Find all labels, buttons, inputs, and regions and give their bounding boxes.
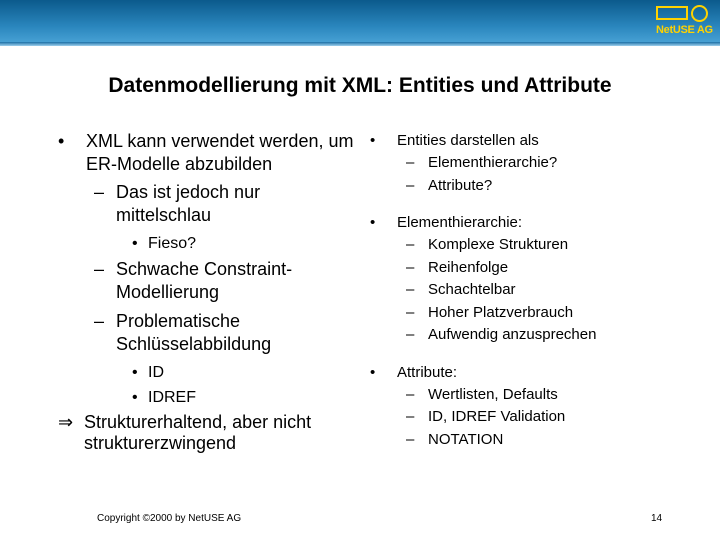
list-subitem: – Schachtelbar — [370, 279, 690, 302]
dot-icon: • — [132, 364, 138, 381]
list-item: • Elementhierarchie: — [370, 212, 690, 234]
dot-icon: • — [132, 235, 138, 252]
dot-icon: • — [132, 389, 138, 406]
list-item-text: ID, IDREF Validation — [428, 408, 566, 425]
list-item: • XML kann verwendet werden, um ER-Model… — [58, 130, 358, 176]
list-item-text: Strukturerhaltend, aber nicht strukturer… — [84, 412, 312, 453]
list-item-text: Hoher Platzverbrauch — [428, 303, 574, 321]
right-bullet-list: • Entities darstellen als – Elementhiera… — [370, 129, 690, 451]
list-subitem: – Attribute? — [370, 175, 690, 198]
dash-icon: – — [406, 326, 415, 343]
list-item-text: Das ist jedoch nur mittelschlau — [116, 182, 261, 225]
list-subitem: – Reihenfolge — [370, 257, 690, 280]
list-subitem: – Schwache Constraint-Modellierung — [58, 258, 358, 304]
list-item-text: Attribute? — [428, 176, 493, 194]
list-subitem: – Problematische Schlüsselabbildung — [58, 310, 358, 356]
dash-icon: – — [406, 154, 415, 171]
list-subitem: – Komplexe Strukturen — [370, 234, 690, 257]
list-item-text: Schachtelbar — [428, 281, 516, 298]
conclusion-item: ⇒ Strukturerhaltend, aber nicht struktur… — [58, 412, 358, 454]
dash-icon: – — [406, 281, 415, 298]
dash-icon: – — [406, 236, 415, 253]
list-subsubitem: • Fieso? — [58, 233, 358, 254]
list-subitem: – ID, IDREF Validation — [370, 406, 690, 429]
list-item-text: Fieso? — [148, 235, 197, 252]
list-item: • Entities darstellen als — [370, 130, 690, 152]
list-subitem: – NOTATION — [370, 429, 690, 452]
list-item-text: Wertlisten, Defaults — [428, 385, 558, 403]
bullet-icon: • — [370, 132, 376, 149]
list-item-text: Elementhierarchie: — [397, 214, 523, 231]
dash-icon: – — [94, 259, 105, 279]
list-item-text: Problematische Schlüsselabbildung — [116, 311, 272, 354]
dash-icon: – — [406, 430, 415, 448]
dash-icon: – — [94, 311, 105, 331]
header-bar — [0, 0, 720, 44]
bullet-icon: • — [58, 131, 65, 151]
list-subitem: – Aufwendig anzusprechen — [370, 324, 690, 347]
logo-mark — [656, 4, 714, 22]
list-item-text: Komplexe Strukturen — [428, 236, 569, 253]
dash-icon: – — [406, 303, 415, 321]
bullet-icon: • — [370, 214, 376, 231]
list-subitem: – Elementhierarchie? — [370, 152, 690, 175]
copyright-text: Copyright ©2000 by NetUSE AG — [97, 513, 242, 524]
list-item-text: Schwache Constraint-Modellierung — [116, 259, 293, 302]
header-divider — [0, 42, 720, 46]
list-item-text: ID — [148, 364, 164, 381]
logo-circle-icon — [691, 4, 708, 22]
implies-arrow-icon: ⇒ — [58, 412, 74, 432]
list-item: • Attribute: — [370, 362, 690, 384]
logo-rectangle-icon — [656, 6, 688, 20]
bullet-icon: • — [370, 363, 376, 381]
list-subsubitem: • ID — [58, 362, 358, 383]
list-item-text: Aufwendig anzusprechen — [428, 326, 597, 343]
dash-icon: – — [406, 258, 415, 276]
list-item-text: Attribute: — [397, 363, 458, 381]
dash-icon: – — [406, 176, 415, 194]
list-subitem: – Wertlisten, Defaults — [370, 384, 690, 407]
company-logo: NetUSE AG — [656, 4, 714, 40]
dash-icon: – — [94, 182, 105, 202]
list-item-text: XML kann verwendet werden, um ER-Modelle… — [86, 131, 354, 174]
logo-text: NetUSE AG — [656, 24, 713, 36]
list-item-text: Elementhierarchie? — [428, 154, 558, 171]
dash-icon: – — [406, 385, 415, 403]
left-bullet-list: • XML kann verwendet werden, um ER-Model… — [58, 130, 358, 454]
list-item-text: NOTATION — [428, 430, 504, 448]
list-item-text: Reihenfolge — [428, 258, 509, 276]
list-subitem: – Das ist jedoch nur mittelschlau — [58, 181, 358, 227]
list-item-text: IDREF — [148, 389, 196, 406]
list-item-text: Entities darstellen als — [397, 132, 539, 149]
list-subitem: – Hoher Platzverbrauch — [370, 302, 690, 325]
dash-icon: – — [406, 408, 415, 425]
page-number: 14 — [651, 513, 663, 524]
slide-title: Datenmodellierung mit XML: Entities und … — [108, 74, 612, 97]
list-subsubitem: • IDREF — [58, 387, 358, 408]
